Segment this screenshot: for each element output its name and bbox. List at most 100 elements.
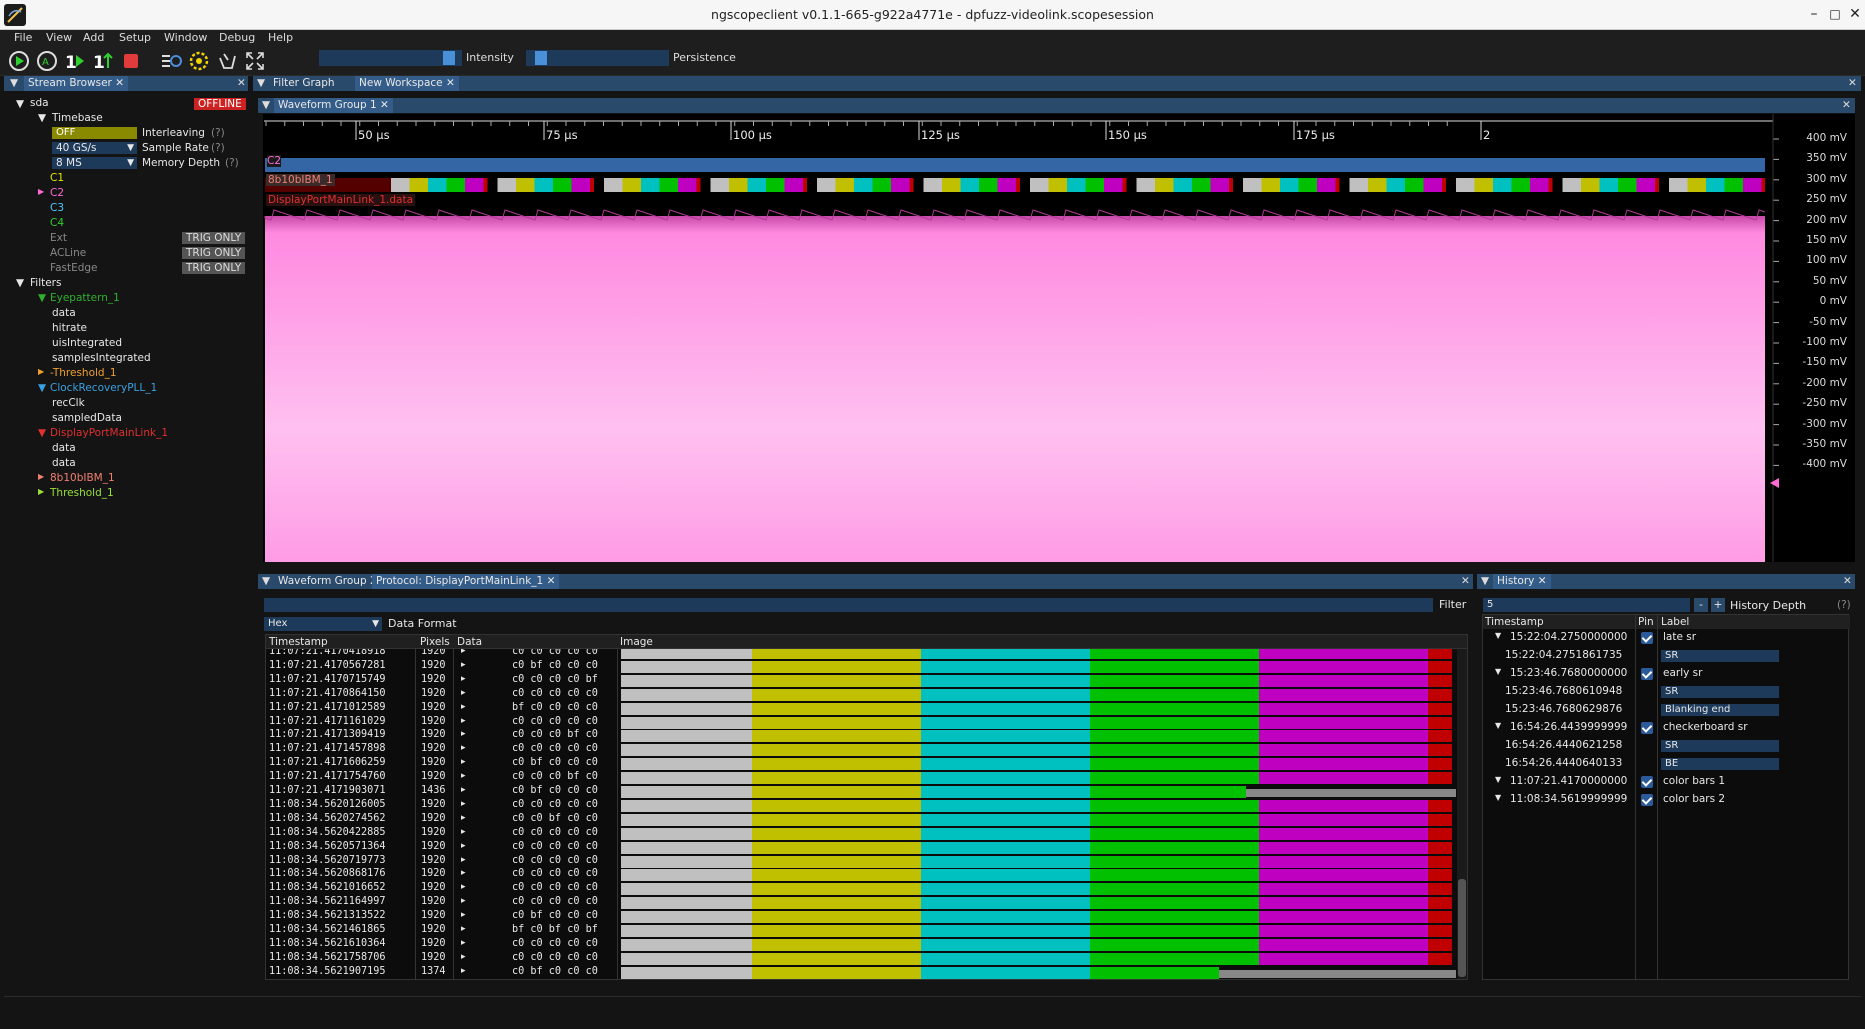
expand-icon[interactable]: ▼ (1495, 667, 1501, 676)
menu-view[interactable]: View (46, 31, 72, 44)
stream-item[interactable]: data (52, 307, 76, 319)
expand-icon[interactable]: ▼ (1495, 721, 1501, 730)
table-scrollbar[interactable] (1457, 649, 1467, 979)
expand-row-icon[interactable]: ▸ (461, 841, 466, 851)
tab-protocol[interactable]: Protocol: DisplayPortMainLink_1 ✕ (372, 574, 560, 589)
history-marker[interactable]: 16:54:26.4440640133 BE (1483, 755, 1848, 773)
expand-row-icon[interactable]: ▸ (461, 882, 466, 892)
history-marker[interactable]: 16:54:26.4440621258 SR (1483, 737, 1848, 755)
close-tab-icon[interactable]: ✕ (1538, 575, 1547, 587)
table-row[interactable]: 11:08:34.5621313522 1920 ▸ c0 bf c0 c0 c0 (266, 909, 1456, 924)
preferences-icon[interactable] (188, 50, 210, 72)
column-header-data[interactable]: Data (457, 636, 482, 648)
filter-threshold[interactable]: Threshold_1 (50, 487, 114, 499)
expand-icon[interactable]: ▶ (38, 367, 44, 376)
expand-row-icon[interactable]: ▸ (461, 771, 466, 781)
expand-row-icon[interactable]: ▸ (461, 966, 466, 976)
interleaving-toggle[interactable]: OFF (52, 127, 137, 139)
timebase-label[interactable]: Timebase (52, 112, 103, 124)
expand-row-icon[interactable]: ▸ (461, 757, 466, 767)
filters-label[interactable]: Filters (30, 277, 61, 289)
expand-row-icon[interactable]: ▸ (461, 827, 466, 837)
run-single-icon[interactable]: 1 (64, 50, 86, 73)
filter-displayport[interactable]: DisplayPortMainLink_1 (50, 427, 168, 439)
menu-file[interactable]: File (14, 31, 32, 44)
trace-label-8b10b[interactable]: 8b10bIBM_1 (266, 174, 335, 186)
history-entry[interactable]: ▼ 16:54:26.4439999999 checkerboard sr (1483, 719, 1848, 737)
menu-debug[interactable]: Debug (219, 31, 255, 44)
history-depth-input[interactable]: 5 (1483, 598, 1690, 612)
waveform-plot[interactable] (263, 114, 1855, 649)
8b10b-decode-track[interactable] (265, 158, 1765, 172)
expand-row-icon[interactable]: ▸ (461, 649, 466, 656)
expand-row-icon[interactable]: ▸ (461, 938, 466, 948)
channel-fastedge[interactable]: FastEdge (50, 262, 98, 274)
table-row[interactable]: 11:08:34.5620868176 1920 ▸ c0 c0 c0 c0 c0 (266, 867, 1456, 882)
history-marker[interactable]: 15:22:04.2751861735 SR (1483, 647, 1848, 665)
close-window-icon[interactable]: ✕ (1846, 5, 1864, 23)
expand-icon[interactable]: ▼ (38, 427, 46, 439)
table-row[interactable]: 11:08:34.5620126005 1920 ▸ c0 c0 c0 c0 c0 (266, 798, 1456, 812)
pin-checkbox[interactable] (1641, 776, 1653, 788)
table-row[interactable]: 11:07:21.4170715749 1920 ▸ c0 c0 c0 c0 bf (266, 673, 1456, 687)
collapse-icon[interactable]: ▼ (10, 77, 18, 89)
history-label[interactable]: color bars 2 (1663, 793, 1725, 805)
stream-item[interactable]: data (52, 457, 76, 469)
displayport-decode-track[interactable] (265, 178, 1765, 192)
stream-item[interactable]: samplesIntegrated (52, 352, 151, 364)
increment-button[interactable]: + (1711, 598, 1725, 612)
table-row[interactable]: 11:08:34.5621907195 1374 ▸ c0 bf c0 c0 c0 (266, 965, 1456, 979)
data-format-select[interactable]: Hex ▼ (264, 617, 382, 631)
intensity-slider[interactable] (319, 50, 462, 66)
column-header-pin[interactable]: Pin (1638, 616, 1654, 628)
stop-icon[interactable] (120, 50, 142, 72)
close-panel-icon[interactable]: ✕ (1843, 575, 1852, 587)
table-row[interactable]: 11:07:21.4171606259 1920 ▸ c0 bf c0 c0 c0 (266, 756, 1456, 771)
table-row[interactable]: 11:08:34.5620274562 1920 ▸ c0 c0 bf c0 c0 (266, 812, 1456, 826)
column-header-image[interactable]: Image (620, 636, 653, 648)
table-row[interactable]: 11:07:21.4171161029 1920 ▸ c0 c0 c0 c0 c0 (266, 715, 1456, 729)
menu-setup[interactable]: Setup (119, 31, 151, 44)
history-marker[interactable]: 15:23:46.7680629876 Blanking end (1483, 701, 1848, 719)
collapse-icon[interactable]: ▼ (1481, 575, 1489, 587)
expand-row-icon[interactable]: ▸ (461, 702, 466, 712)
stream-item[interactable]: uisIntegrated (52, 337, 122, 349)
stream-item[interactable]: sampledData (52, 412, 122, 424)
close-panel-icon[interactable]: ✕ (237, 77, 246, 89)
menu-window[interactable]: Window (164, 31, 207, 44)
expand-icon[interactable]: ▼ (16, 277, 24, 289)
table-row[interactable]: 11:07:21.4171457898 1920 ▸ c0 c0 c0 c0 c0 (266, 742, 1456, 757)
stream-item[interactable]: recClk (52, 397, 85, 409)
expand-icon[interactable]: ▼ (38, 292, 46, 304)
tab-history[interactable]: History ✕ (1493, 574, 1551, 589)
column-header-timestamp[interactable]: Timestamp (1485, 616, 1544, 628)
filter-clockrecovery[interactable]: ClockRecoveryPLL_1 (50, 382, 157, 394)
expand-icon[interactable]: ▼ (38, 112, 46, 124)
history-entry[interactable]: ▼ 11:07:21.4170000000 color bars 1 (1483, 773, 1848, 791)
menu-help[interactable]: Help (268, 31, 293, 44)
marker-label-input[interactable]: SR (1661, 740, 1779, 752)
close-tab-icon[interactable]: ✕ (380, 99, 389, 111)
expand-icon[interactable]: ▼ (1495, 775, 1501, 784)
tab-stream-browser[interactable]: Stream Browser ✕ (24, 76, 129, 91)
expand-row-icon[interactable]: ▸ (461, 743, 466, 753)
menu-add[interactable]: Add (83, 31, 104, 44)
table-row[interactable]: 11:07:21.4170418918 1920 ▸ c0 c0 c0 c0 c0 (266, 649, 1456, 659)
fullscreen-icon[interactable] (244, 50, 266, 72)
table-row[interactable]: 11:08:34.5620719773 1920 ▸ c0 c0 c0 c0 c0 (266, 854, 1456, 868)
expand-row-icon[interactable]: ▸ (461, 660, 466, 670)
pin-checkbox[interactable] (1641, 668, 1653, 680)
history-label[interactable]: early sr (1663, 667, 1702, 679)
history-label[interactable]: checkerboard sr (1663, 721, 1748, 733)
clear-sweeps-icon[interactable] (216, 50, 238, 72)
table-row[interactable]: 11:08:34.5620422885 1920 ▸ c0 c0 c0 c0 c0 (266, 826, 1456, 840)
table-row[interactable]: 11:07:21.4170567281 1920 ▸ c0 bf c0 c0 c0 (266, 659, 1456, 673)
channel-c1[interactable]: C1 (50, 172, 64, 184)
table-row[interactable]: 11:07:21.4171012589 1920 ▸ bf c0 c0 c0 c0 (266, 701, 1456, 715)
expand-row-icon[interactable]: ▸ (461, 952, 466, 962)
force-trigger-icon[interactable]: 1 (92, 50, 114, 73)
minimize-icon[interactable]: – (1805, 5, 1823, 23)
channel-ext[interactable]: Ext (50, 232, 67, 244)
history-marker[interactable]: 15:23:46.7680610948 SR (1483, 683, 1848, 701)
tab-filter-graph[interactable]: Filter Graph (269, 76, 339, 91)
